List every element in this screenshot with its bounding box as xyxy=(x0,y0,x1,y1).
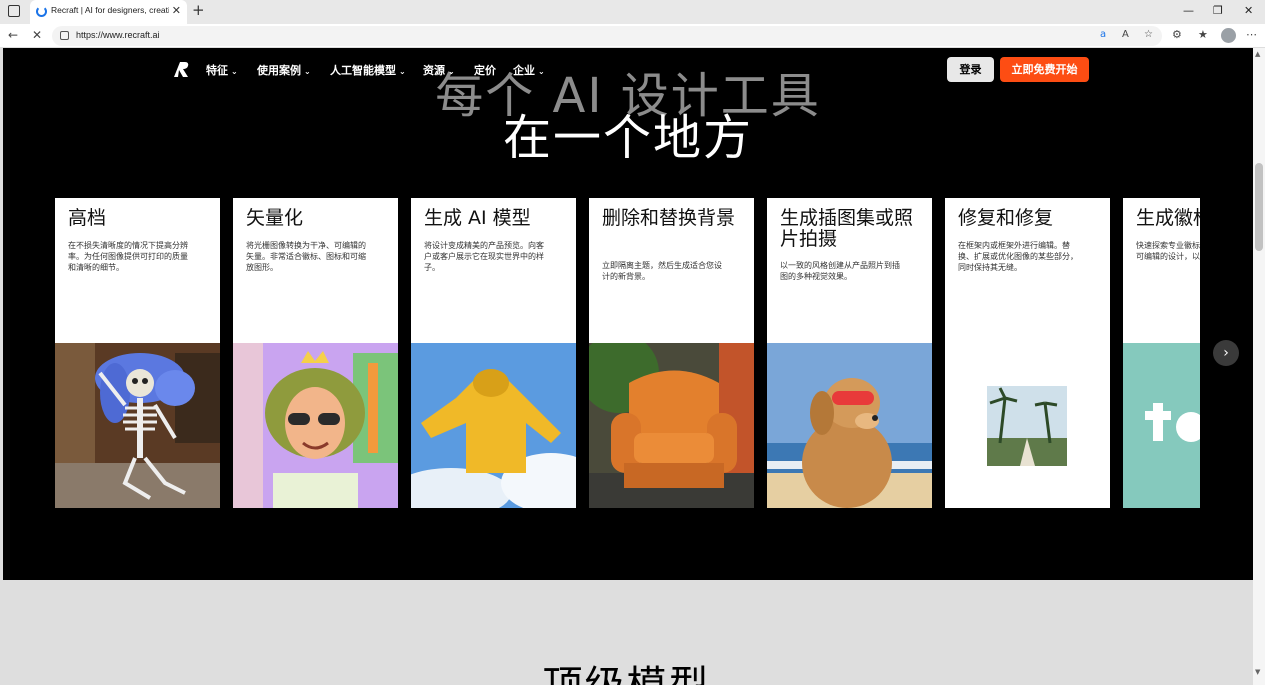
card-title: 删除和替换背景 xyxy=(602,207,736,229)
card-title: 高档 xyxy=(68,207,107,229)
card-title: 生成插图集或照片拍摄 xyxy=(780,207,914,250)
feature-card-ai-mockup[interactable]: 生成 AI 模型 将设计变成精美的产品预览。向客户或客户展示它在现实世界中的样子… xyxy=(411,198,576,508)
chevron-down-icon: ⌄ xyxy=(399,67,406,76)
nav-label: 人工智能模型 xyxy=(330,64,396,77)
login-button[interactable]: 登录 xyxy=(947,57,994,82)
card-image-teal-logo xyxy=(1123,343,1200,508)
chevron-down-icon: ⌄ xyxy=(231,67,238,76)
feature-card-logo[interactable]: 生成徽标 快速探索专业徽标，生成可扩展、可编辑的设计，以捕捉您的品牌。 xyxy=(1123,198,1200,508)
new-tab-icon[interactable]: + xyxy=(192,1,205,19)
feature-card-illustration-set[interactable]: 生成插图集或照片拍摄 以一致的风格创建从产品照片到插图的多种视觉效果。 xyxy=(767,198,932,508)
read-aloud-icon[interactable]: A xyxy=(1122,29,1129,40)
hero-title-line2: 在一个地方 xyxy=(502,110,753,166)
nav-label: 企业 xyxy=(513,64,535,77)
card-image-palm-beach xyxy=(945,343,1110,508)
card-title: 修复和修复 xyxy=(958,207,1054,229)
card-description: 将设计变成精美的产品预览。向客户或客户展示它在现实世界中的样子。 xyxy=(424,241,544,272)
url-text[interactable]: https://www.recraft.ai xyxy=(76,30,160,40)
card-image-yellow-hoodie xyxy=(411,343,576,508)
card-title: 生成 AI 模型 xyxy=(424,207,531,229)
address-toolbar: ← ✕ https://www.recraft.ai a A ☆ ⚙ ★ ⋯ xyxy=(0,24,1265,48)
recraft-logo[interactable] xyxy=(171,60,191,78)
favorite-star-icon[interactable]: ☆ xyxy=(1144,29,1153,40)
card-description: 在不损失清晰度的情况下提高分辨率。为任何图像提供可打印的质量和清晰的细节。 xyxy=(68,241,188,272)
feature-card-vectorize[interactable]: 矢量化 将光栅图像转换为干净、可编辑的矢量。非常适合徽标、图标和可缩放图形。 xyxy=(233,198,398,508)
nav-ai-models[interactable]: 人工智能模型 ⌄ xyxy=(330,62,406,78)
scroll-thumb[interactable] xyxy=(1255,163,1263,251)
feature-card-background[interactable]: 删除和替换背景 立即隔离主题，然后生成适合您设计的新背景。 xyxy=(589,198,754,508)
extensions-icon[interactable]: ⚙ xyxy=(1172,28,1182,41)
start-free-button[interactable]: 立即免费开始 xyxy=(1000,57,1089,82)
card-description: 以一致的风格创建从产品照片到插图的多种视觉效果。 xyxy=(780,261,900,281)
hero-section: 每个 AI 设计工具 在一个地方 特征 ⌄ 使用案例 ⌄ 人工智能模型 ⌄ 资源 ⌄ 定… xyxy=(3,48,1253,580)
chevron-down-icon: ⌄ xyxy=(538,67,545,76)
chevron-down-icon: ⌄ xyxy=(304,67,311,76)
tab-strip: Recraft | AI for designers, creative ✕ +… xyxy=(0,0,1265,24)
page-scrollbar[interactable]: ▲ ▼ xyxy=(1253,48,1265,685)
minimize-button[interactable]: — xyxy=(1183,4,1194,17)
scroll-up-icon[interactable]: ▲ xyxy=(1255,50,1260,58)
card-description: 在框架内或框架外进行编辑。替换、扩展或优化图像的某些部分，同时保持其无缝。 xyxy=(958,241,1078,272)
scroll-down-icon[interactable]: ▼ xyxy=(1255,668,1260,676)
nav-pricing[interactable]: 定价 xyxy=(474,62,496,78)
card-description: 快速探索专业徽标，生成可扩展、可编辑的设计，以捕捉您的品牌。 xyxy=(1136,241,1200,261)
loading-spinner-icon xyxy=(36,6,47,17)
favorites-icon[interactable]: ★ xyxy=(1198,28,1208,41)
nav-label: 定价 xyxy=(474,64,496,77)
back-icon[interactable]: ← xyxy=(8,28,18,42)
section-title: 顶级模型 xyxy=(0,653,1253,685)
tab-close-icon[interactable]: ✕ xyxy=(172,4,181,17)
browser-tab[interactable]: Recraft | AI for designers, creative ✕ xyxy=(30,0,187,24)
window-menu-icon[interactable] xyxy=(8,5,20,17)
more-menu-icon[interactable]: ⋯ xyxy=(1246,28,1257,41)
stop-loading-icon[interactable]: ✕ xyxy=(32,28,42,42)
nav-use-cases[interactable]: 使用案例 ⌄ xyxy=(257,62,311,78)
card-description: 将光栅图像转换为干净、可编辑的矢量。非常适合徽标、图标和可缩放图形。 xyxy=(246,241,366,272)
feature-card-upscale[interactable]: 高档 在不损失清晰度的情况下提高分辨率。为任何图像提供可打印的质量和清晰的细节。 xyxy=(55,198,220,508)
card-title: 矢量化 xyxy=(246,207,304,229)
nav-label: 特征 xyxy=(206,64,228,77)
address-bar[interactable]: https://www.recraft.ai a A ☆ xyxy=(52,26,1162,46)
site-info-icon[interactable] xyxy=(60,31,69,40)
card-image-orange-armchair xyxy=(589,343,754,508)
card-image-skeleton xyxy=(55,343,220,508)
nav-label: 使用案例 xyxy=(257,64,301,77)
tab-title: Recraft | AI for designers, creative xyxy=(51,5,169,15)
card-image-vector-portrait xyxy=(233,343,398,508)
restore-button[interactable]: ❐ xyxy=(1213,4,1223,17)
nav-label: 资源 xyxy=(423,64,445,77)
page-viewport: 每个 AI 设计工具 在一个地方 特征 ⌄ 使用案例 ⌄ 人工智能模型 ⌄ 资源 ⌄ 定… xyxy=(0,48,1253,685)
nav-enterprise[interactable]: 企业 ⌄ xyxy=(513,62,545,78)
nav-resources[interactable]: 资源 ⌄ xyxy=(423,62,455,78)
profile-avatar[interactable] xyxy=(1221,28,1236,43)
carousel-next-button[interactable]: › xyxy=(1213,340,1239,366)
card-title: 生成徽标 xyxy=(1136,207,1200,229)
close-window-button[interactable]: ✕ xyxy=(1244,4,1253,17)
translate-icon[interactable]: a xyxy=(1100,29,1106,40)
nav-features[interactable]: 特征 ⌄ xyxy=(206,62,238,78)
feature-carousel: 高档 在不损失清晰度的情况下提高分辨率。为任何图像提供可打印的质量和清晰的细节。 xyxy=(55,198,1200,508)
chevron-down-icon: ⌄ xyxy=(448,67,455,76)
feature-card-inpaint[interactable]: 修复和修复 在框架内或框架外进行编辑。替换、扩展或优化图像的某些部分，同时保持其… xyxy=(945,198,1110,508)
card-image-dog-goggles xyxy=(767,343,932,508)
card-description: 立即隔离主题，然后生成适合您设计的新背景。 xyxy=(602,261,722,281)
